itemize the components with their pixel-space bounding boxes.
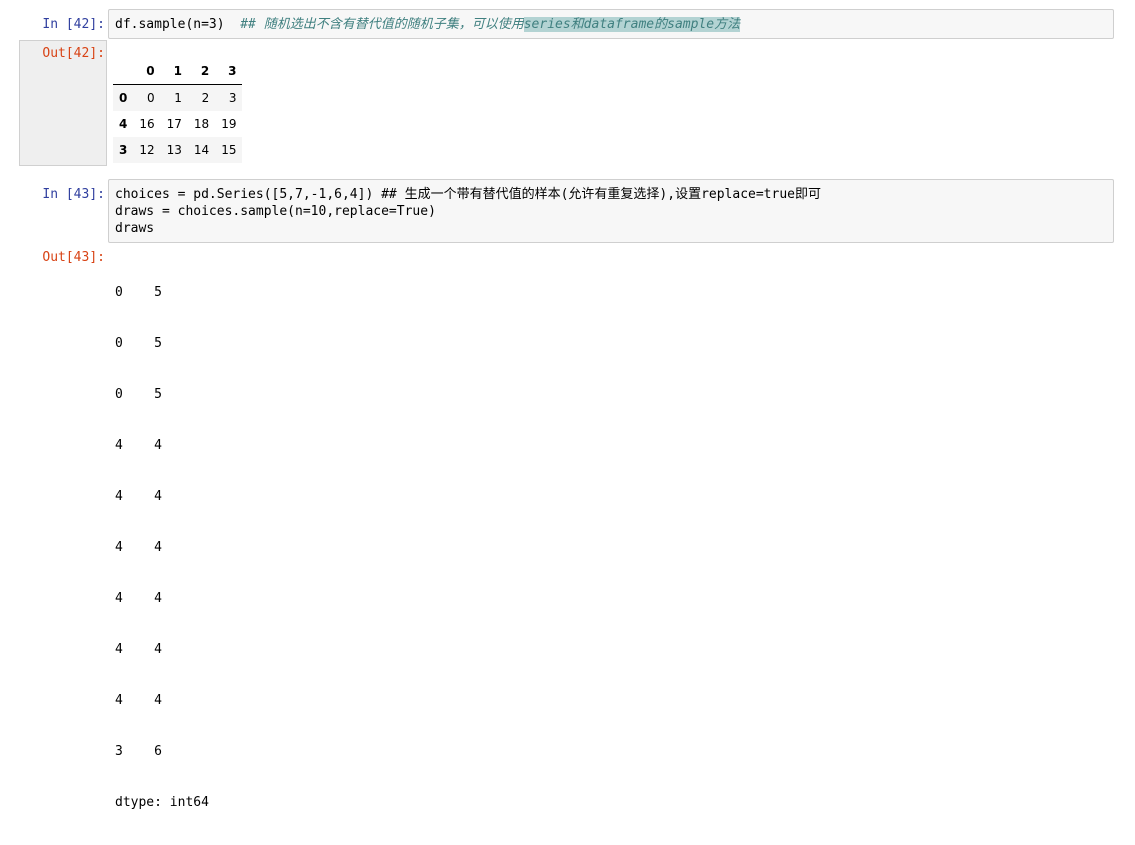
code-line: df.sample(n=3) ## 随机选出不含有替代值的随机子集，可以使用se… — [115, 16, 1107, 33]
row-index: 0 — [119, 91, 128, 105]
table-cell: 0 — [147, 91, 155, 105]
output-line: dtype: int64 — [115, 795, 209, 810]
output-line: 0 5 — [115, 336, 162, 351]
table-cell: 12 — [139, 143, 155, 157]
table-row: 0 0 1 2 3 — [113, 84, 243, 111]
column-header: 1 — [160, 58, 188, 85]
output-line: 4 4 — [115, 489, 162, 504]
output-prompt: Out[43]: — [42, 250, 105, 265]
code-line: draws — [115, 221, 155, 236]
code-line: choices = pd.Series([5,7,-1,6,4]) ## 生成一… — [115, 187, 821, 202]
row-index: 3 — [119, 143, 128, 157]
code-input[interactable]: df.sample(n=3) ## 随机选出不含有替代值的随机子集，可以使用se… — [108, 9, 1114, 39]
output-line: 4 4 — [115, 591, 162, 606]
highlighted-comment: series和dataframe的sample方法 — [523, 17, 741, 32]
column-header: 3 — [215, 58, 243, 85]
table-cell: 2 — [201, 91, 210, 105]
table-cell: 13 — [166, 143, 182, 157]
output-line: 0 5 — [115, 387, 162, 402]
table-cell: 18 — [193, 117, 210, 131]
column-header — [113, 58, 134, 85]
code-comment: ## 随机选出不含有替代值的随机子集，可以使用 — [240, 17, 524, 32]
table-row: 3 12 13 14 15 — [113, 137, 243, 163]
table-cell: 14 — [193, 143, 210, 157]
input-prompt: In [42]: — [42, 17, 105, 32]
table-cell: 17 — [166, 117, 182, 131]
column-header: 0 — [133, 58, 161, 85]
input-prompt: In [43]: — [42, 187, 105, 202]
table-cell: 15 — [221, 143, 237, 157]
row-index: 4 — [119, 117, 128, 131]
column-header: 2 — [187, 58, 216, 85]
dataframe-table: 0 1 2 3 0 0 1 2 3 4 16 17 18 19 3 12 13 … — [113, 58, 243, 163]
code-line: draws = choices.sample(n=10,replace=True… — [115, 204, 436, 219]
code-input[interactable]: choices = pd.Series([5,7,-1,6,4]) ## 生成一… — [108, 179, 1114, 243]
output-line: 0 5 — [115, 285, 162, 300]
output-line: 4 4 — [115, 438, 162, 453]
table-cell: 3 — [228, 91, 237, 105]
code-text: df.sample(n=3) — [115, 17, 241, 32]
output-line: 3 6 — [115, 744, 162, 759]
output-line: 4 4 — [115, 642, 162, 657]
table-cell: 1 — [174, 91, 182, 105]
table-cell: 19 — [221, 117, 237, 131]
table-row: 4 16 17 18 19 — [113, 111, 242, 137]
output-line: 4 4 — [115, 540, 162, 555]
output-stream: 0 5 0 5 0 5 4 4 4 4 4 4 4 4 4 4 4 4 3 6 … — [115, 250, 209, 845]
table-cell: 16 — [139, 117, 155, 131]
table-header-row: 0 1 2 3 — [113, 58, 243, 85]
output-line: 4 4 — [115, 693, 162, 708]
output-prompt: Out[42]: — [42, 46, 105, 61]
